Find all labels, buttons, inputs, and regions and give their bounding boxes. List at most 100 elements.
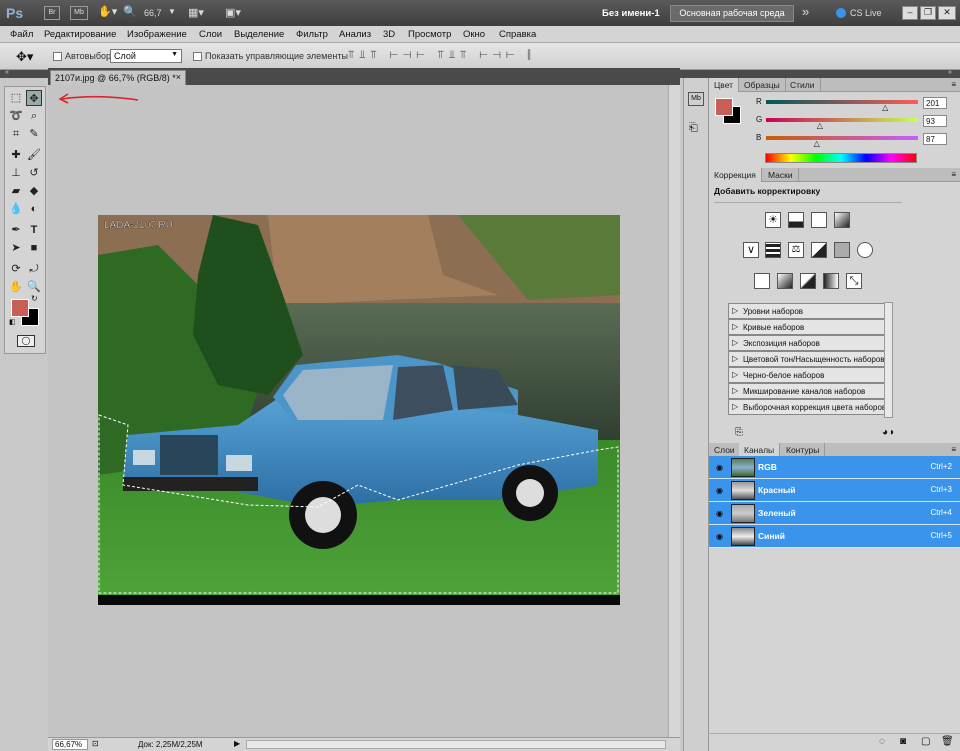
zoom-field[interactable]: 66,67% <box>52 739 88 750</box>
menu-item-3d[interactable]: 3D <box>383 29 395 40</box>
posterize-icon[interactable] <box>777 273 793 289</box>
close-tab-icon[interactable]: × <box>176 72 181 82</box>
quick-mask-icon[interactable]: ◯ <box>17 335 35 347</box>
hscroll[interactable] <box>246 740 666 749</box>
status-menu-icon[interactable]: ▶ <box>234 739 240 748</box>
tab-paths[interactable]: Контуры <box>781 443 826 457</box>
hue-saturation-icon[interactable] <box>765 242 781 258</box>
path-select-tool-icon[interactable]: ➤ <box>8 240 24 256</box>
color-balance-icon[interactable]: ⚖ <box>788 242 804 258</box>
collapse-left-icon[interactable]: « <box>5 69 9 76</box>
collapse-right-icon[interactable]: » <box>948 69 952 76</box>
eraser-tool-icon[interactable]: ▰ <box>8 183 24 199</box>
visibility-eye-icon[interactable]: ◉ <box>716 486 723 495</box>
preset-black-white[interactable]: Черно-белое наборов <box>728 367 890 383</box>
presets-scrollbar[interactable] <box>884 302 893 418</box>
status-icon[interactable]: ⊡ <box>92 739 99 748</box>
align-buttons-icon[interactable]: ⫪⫫⫪ ⊢⊣⊢ ⫪⫫⫪ ⊢⊣⊢ ⫿ <box>348 49 536 62</box>
black-white-icon[interactable] <box>811 242 827 258</box>
default-colors-icon[interactable]: ◧ <box>9 318 16 326</box>
tab-adjustments[interactable]: Коррекция <box>709 168 762 182</box>
menu-item-filter[interactable]: Фильтр <box>296 29 328 40</box>
curves-icon[interactable] <box>811 212 827 228</box>
paint-bucket-tool-icon[interactable]: ◆ <box>26 183 42 199</box>
overflow-icon[interactable]: » <box>802 4 809 19</box>
panel-menu-icon[interactable]: ≡ <box>951 170 956 179</box>
history-panel-icon[interactable]: ⎗ <box>689 122 698 135</box>
threshold-icon[interactable] <box>800 273 816 289</box>
vibrance-icon[interactable]: ∨ <box>743 242 759 258</box>
channel-r-thumb[interactable]: △ <box>882 103 888 112</box>
clone-stamp-tool-icon[interactable]: ⊥ <box>8 165 24 181</box>
lasso-tool-icon[interactable]: ➰ <box>8 108 24 124</box>
pen-tool-icon[interactable]: ✒ <box>8 222 24 238</box>
type-tool-icon[interactable]: T <box>26 222 42 238</box>
swap-colors-icon[interactable]: ↻ <box>31 294 38 303</box>
preset-curves[interactable]: Кривые наборов <box>728 319 890 335</box>
color-spectrum-ramp[interactable] <box>765 153 917 163</box>
cs-live-button[interactable]: CS Live <box>850 8 882 18</box>
document-tab[interactable]: 2107и.jpg @ 66,7% (RGB/8) * × <box>50 70 186 85</box>
show-controls-checkbox[interactable] <box>193 52 202 61</box>
invert-icon[interactable] <box>754 273 770 289</box>
move-tool-preset-icon[interactable]: ✥▾ <box>16 49 33 65</box>
load-selection-icon[interactable]: ◌ <box>879 736 885 747</box>
gradient-map-icon[interactable] <box>823 273 839 289</box>
brightness-icon[interactable]: ☀ <box>765 212 781 228</box>
menu-item-edit[interactable]: Редактирование <box>44 29 116 40</box>
zoom-level[interactable]: 66,7 <box>144 8 162 18</box>
preset-hue-saturation[interactable]: Цветовой тон/Насыщенность наборов <box>728 351 890 367</box>
eyedropper-tool-icon[interactable]: ✎ <box>26 126 42 142</box>
exposure-icon[interactable] <box>834 212 850 228</box>
tab-swatches[interactable]: Образцы <box>739 78 786 92</box>
hand-icon[interactable]: ✋▾ <box>98 5 117 18</box>
brush-tool-icon[interactable]: 🖌 <box>26 147 42 163</box>
zoom-icon[interactable]: 🔍 <box>123 5 137 18</box>
delete-channel-icon[interactable]: 🗑 <box>941 736 954 747</box>
dodge-tool-icon[interactable]: ◐ <box>26 201 42 217</box>
autoselect-dropdown[interactable]: Слой ▼ <box>110 49 182 63</box>
view-previous-icon[interactable]: ◕◑ <box>882 427 894 438</box>
tab-layers[interactable]: Слои <box>709 443 741 457</box>
levels-icon[interactable] <box>788 212 804 228</box>
panel-menu-icon[interactable]: ≡ <box>951 80 956 89</box>
visibility-eye-icon[interactable]: ◉ <box>716 532 723 541</box>
preset-selective-color[interactable]: Выборочная коррекция цвета наборов <box>728 399 890 415</box>
minimize-button[interactable]: – <box>902 6 918 20</box>
channel-mixer-icon[interactable] <box>857 242 873 258</box>
channel-g-input[interactable]: 93 <box>923 115 947 127</box>
tab-styles[interactable]: Стили <box>785 78 821 92</box>
screen-mode-icon[interactable]: ▣▾ <box>225 6 241 19</box>
selective-color-icon[interactable]: ⤡ <box>846 273 862 289</box>
arrange-documents-icon[interactable]: ▦▾ <box>188 6 204 19</box>
restore-button[interactable]: ❐ <box>920 6 936 20</box>
blur-tool-icon[interactable]: 💧 <box>8 201 24 217</box>
clip-to-layer-icon[interactable]: ⎘ <box>735 427 743 438</box>
menu-item-view[interactable]: Просмотр <box>408 29 451 40</box>
save-selection-icon[interactable]: ◙ <box>900 736 906 747</box>
shape-tool-icon[interactable]: ■ <box>26 240 42 256</box>
channel-b-input[interactable]: 87 <box>923 133 947 145</box>
zoom-tool-icon[interactable]: 🔍 <box>26 279 42 295</box>
visibility-eye-icon[interactable]: ◉ <box>716 509 723 518</box>
channel-r-slider[interactable] <box>766 100 918 104</box>
crop-tool-icon[interactable]: ⌗ <box>8 126 24 142</box>
menu-item-help[interactable]: Справка <box>499 29 536 40</box>
quick-select-tool-icon[interactable]: ⌕ <box>26 108 42 124</box>
history-brush-tool-icon[interactable]: ↺ <box>26 165 42 181</box>
chevron-down-icon[interactable]: ▼ <box>168 7 176 16</box>
menu-item-layers[interactable]: Слои <box>199 29 222 40</box>
vertical-scrollbar[interactable] <box>668 85 680 737</box>
document-image[interactable]: LADA-2107.RU <box>98 215 620 605</box>
menu-item-image[interactable]: Изображение <box>127 29 187 40</box>
channel-g-thumb[interactable]: △ <box>817 121 823 130</box>
preset-exposure[interactable]: Экспозиция наборов <box>728 335 890 351</box>
3d-orbit-tool-icon[interactable]: ⤾ <box>26 261 42 277</box>
close-button[interactable]: ✕ <box>938 6 956 20</box>
3d-rotate-tool-icon[interactable]: ⟳ <box>8 261 24 277</box>
canvas-area[interactable]: LADA-2107.RU <box>48 85 668 737</box>
menu-item-analysis[interactable]: Анализ <box>339 29 371 40</box>
hand-tool-icon[interactable]: ✋ <box>8 279 24 295</box>
new-channel-icon[interactable]: ▢ <box>921 736 930 747</box>
channel-row-green[interactable]: ◉ Зеленый Ctrl+4 <box>709 502 960 525</box>
